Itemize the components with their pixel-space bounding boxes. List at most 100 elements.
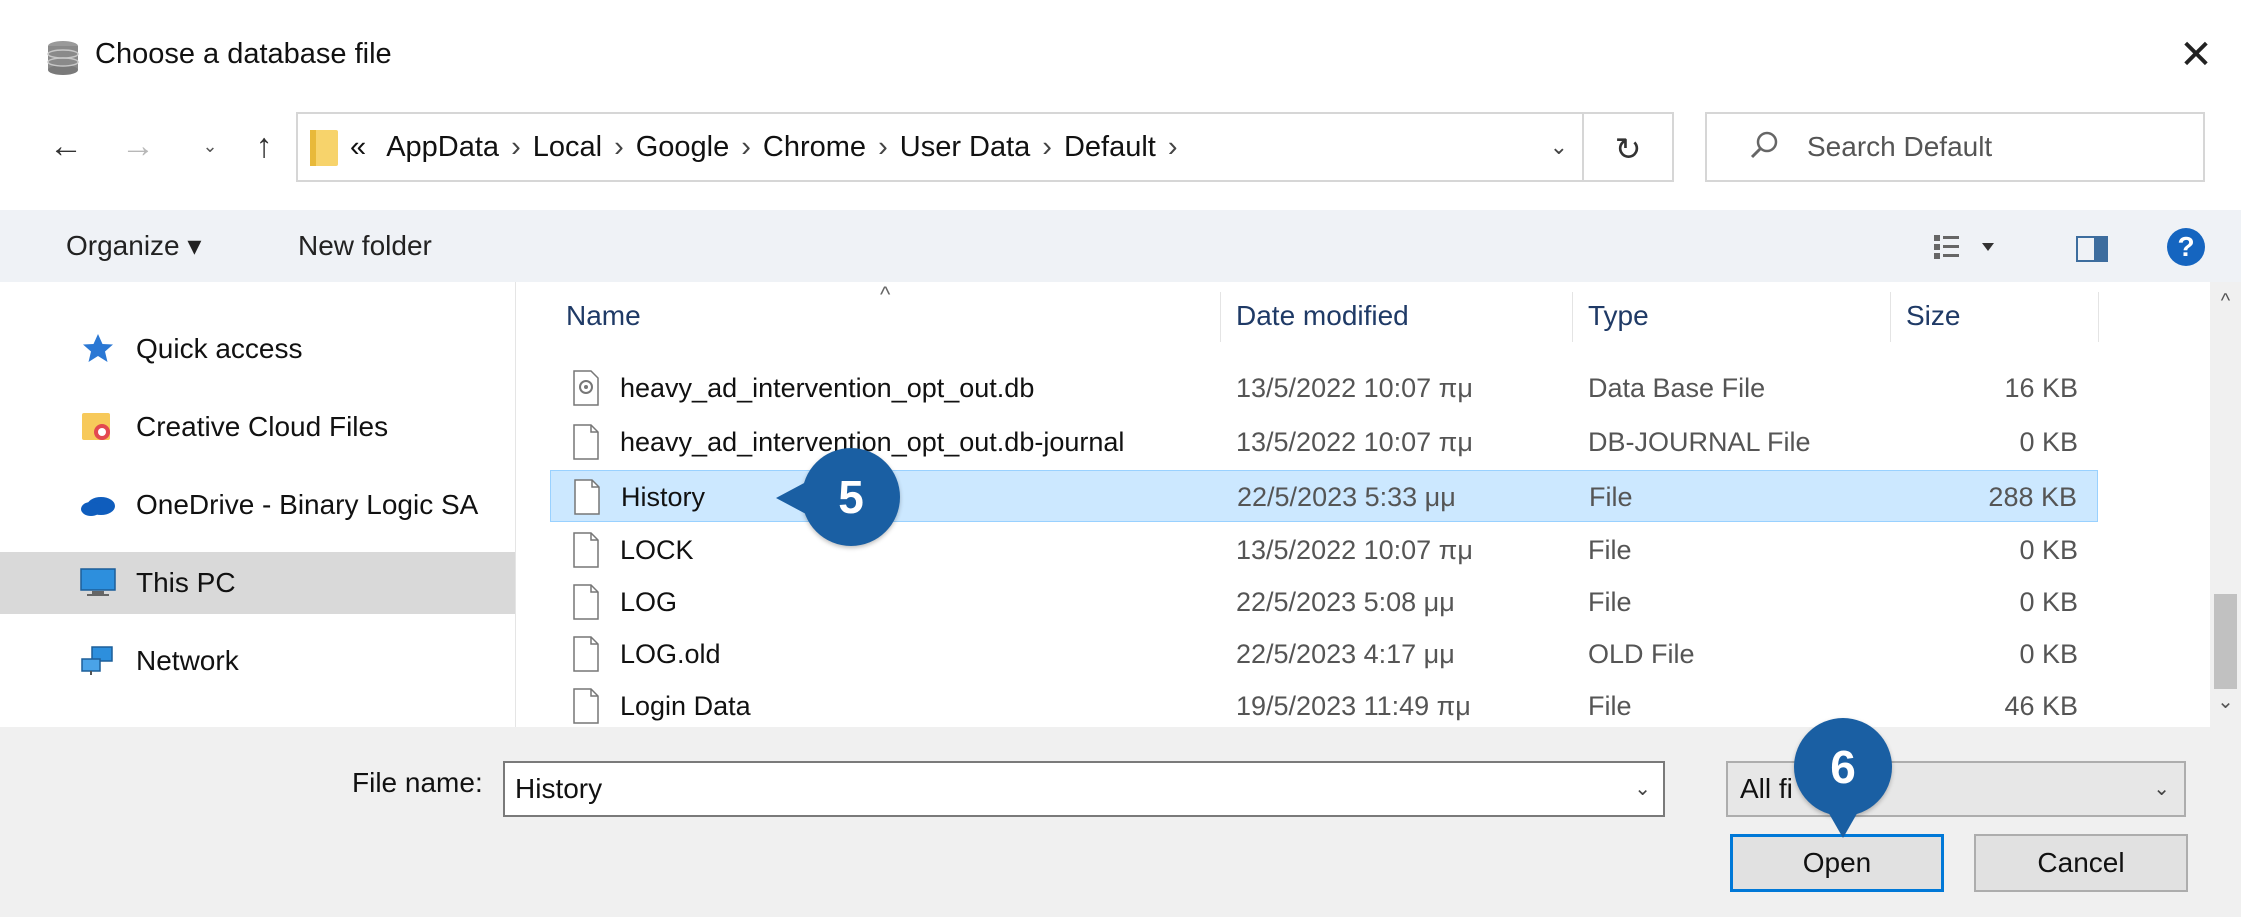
sidebar-item-quick-access[interactable]: Quick access (0, 318, 515, 380)
column-divider[interactable] (1572, 292, 1573, 342)
network-icon (81, 646, 113, 675)
file-icon (573, 532, 599, 568)
sidebar-item-this-pc[interactable]: This PC (0, 552, 515, 614)
sidebar-item-label: Network (136, 645, 239, 676)
file-name: LOG (620, 587, 678, 617)
file-name: LOG.old (620, 639, 721, 669)
breadcrumb-separator[interactable]: › (878, 131, 888, 163)
file-size: 0 KB (2019, 427, 2078, 457)
file-date: 22/5/2023 4:17 μμ (1236, 639, 1455, 669)
search-placeholder[interactable]: Search Default (1807, 114, 1992, 180)
pane-divider[interactable] (515, 282, 516, 727)
file-date: 13/5/2022 10:07 πμ (1236, 427, 1473, 457)
file-size: 0 KB (2019, 535, 2078, 565)
file-row[interactable]: LOCK 13/5/2022 10:07 πμ File 0 KB (550, 524, 2098, 576)
organize-menu-button[interactable]: Organize ▾ (66, 210, 201, 282)
file-type: File (1588, 535, 1632, 565)
refresh-icon[interactable]: ↻ (1615, 131, 1642, 167)
column-divider[interactable] (2098, 292, 2099, 342)
sidebar-item-creative-cloud-files[interactable]: Creative Cloud Files (0, 396, 515, 458)
file-name-field[interactable]: History ⌄ (503, 761, 1665, 817)
scroll-down-icon[interactable]: ⌄ (2210, 689, 2241, 719)
forward-button[interactable]: → (112, 120, 164, 172)
scroll-up-icon[interactable]: ^ (2210, 290, 2241, 320)
file-type: File (1589, 482, 1633, 512)
breadcrumb-separator[interactable]: › (1042, 131, 1052, 163)
file-icon (574, 479, 600, 515)
sidebar-item-onedrive[interactable]: OneDrive - Binary Logic SA (0, 474, 515, 536)
file-type: DB-JOURNAL File (1588, 427, 1811, 457)
file-icon (573, 688, 599, 724)
preview-pane-icon[interactable] (2076, 236, 2108, 262)
back-button[interactable]: ← (40, 120, 92, 172)
file-row[interactable]: heavy_ad_intervention_opt_out.db-journal… (550, 416, 2098, 468)
column-header-type[interactable]: Type (1588, 282, 1649, 350)
column-divider[interactable] (1890, 292, 1891, 342)
file-row[interactable]: LOG.old 22/5/2023 4:17 μμ OLD File 0 KB (550, 628, 2098, 680)
help-icon[interactable]: ? (2167, 228, 2205, 266)
file-type: Data Base File (1588, 373, 1766, 403)
file-date: 19/5/2023 11:49 πμ (1236, 691, 1471, 721)
breadcrumb-user-data[interactable]: User Data (900, 131, 1031, 163)
computer-icon (80, 568, 116, 596)
step-callout-6: 6 (1794, 718, 1892, 838)
file-name: LOCK (620, 535, 694, 565)
column-divider[interactable] (1220, 292, 1221, 342)
star-icon (83, 334, 113, 362)
scroll-thumb[interactable] (2214, 594, 2237, 689)
view-options-icon[interactable] (1930, 230, 2010, 264)
breadcrumb-chrome[interactable]: Chrome (763, 131, 866, 163)
close-button[interactable]: ✕ (2151, 20, 2241, 90)
breadcrumb-default[interactable]: Default (1064, 131, 1156, 163)
callout-pointer (1827, 810, 1859, 838)
search-input[interactable]: Search Default (1705, 112, 2205, 182)
sort-ascending-icon: ^ (880, 282, 891, 307)
file-type: OLD File (1588, 639, 1695, 669)
sidebar-item-label: OneDrive - Binary Logic SA (136, 489, 479, 520)
file-type-filter-value[interactable]: All fi (1740, 773, 1793, 804)
column-header-size[interactable]: Size (1906, 282, 1960, 350)
breadcrumb-google[interactable]: Google (636, 131, 730, 163)
file-type: File (1588, 691, 1632, 721)
breadcrumb-separator[interactable]: › (1168, 131, 1178, 163)
file-date: 13/5/2022 10:07 πμ (1236, 373, 1473, 403)
close-icon[interactable]: ✕ (2179, 33, 2213, 77)
breadcrumb-separator[interactable]: › (614, 131, 624, 163)
vertical-scrollbar[interactable]: ^ ⌄ (2210, 282, 2241, 727)
file-name: Login Data (620, 691, 751, 721)
breadcrumb-separator[interactable]: › (511, 131, 521, 163)
step-number: 5 (838, 471, 864, 523)
breadcrumb-appdata[interactable]: AppData (386, 131, 499, 163)
cancel-button[interactable]: Cancel (1974, 834, 2188, 892)
address-dropdown-button[interactable]: ⌄ (1550, 114, 1568, 180)
dialog-title: Choose a database file (95, 38, 392, 70)
sidebar-item-label: This PC (136, 567, 236, 598)
file-name-value[interactable]: History (515, 773, 602, 804)
sidebar-item-network[interactable]: Network (0, 630, 515, 692)
recent-locations-button[interactable]: ⌄ (190, 120, 230, 172)
dialog-footer: File name: History ⌄ All fi ⌄ Open Cance… (0, 727, 2241, 917)
chevron-down-icon[interactable]: ⌄ (2153, 763, 2170, 815)
file-name: heavy_ad_intervention_opt_out.db (620, 373, 1035, 403)
open-button[interactable]: Open (1730, 834, 1944, 892)
file-size: 16 KB (2004, 373, 2078, 403)
refresh-button[interactable]: ↻ (1584, 112, 1674, 182)
column-header-date-modified[interactable]: Date modified (1236, 282, 1409, 350)
database-file-icon (573, 370, 599, 406)
file-size: 288 KB (1988, 482, 2077, 512)
column-header-name[interactable]: Name (566, 282, 641, 350)
file-icon (573, 424, 599, 460)
file-row[interactable]: LOG 22/5/2023 5:08 μμ File 0 KB (550, 576, 2098, 628)
breadcrumb-separator[interactable]: › (741, 131, 751, 163)
up-button[interactable]: ↑ (238, 120, 290, 172)
breadcrumb-local[interactable]: Local (533, 131, 602, 163)
file-name: History (621, 482, 706, 512)
chevron-down-icon[interactable]: ⌄ (1634, 763, 1651, 815)
new-folder-button[interactable]: New folder (298, 210, 432, 282)
sidebar-item-label: Creative Cloud Files (136, 411, 389, 442)
breadcrumb-overflow[interactable]: « (350, 131, 366, 163)
file-icon (573, 636, 599, 672)
file-icon (573, 584, 599, 620)
file-row[interactable]: heavy_ad_intervention_opt_out.db 13/5/20… (550, 362, 2098, 414)
address-bar[interactable]: « AppData › Local › Google › Chrome › User Data ›… (296, 112, 1584, 182)
